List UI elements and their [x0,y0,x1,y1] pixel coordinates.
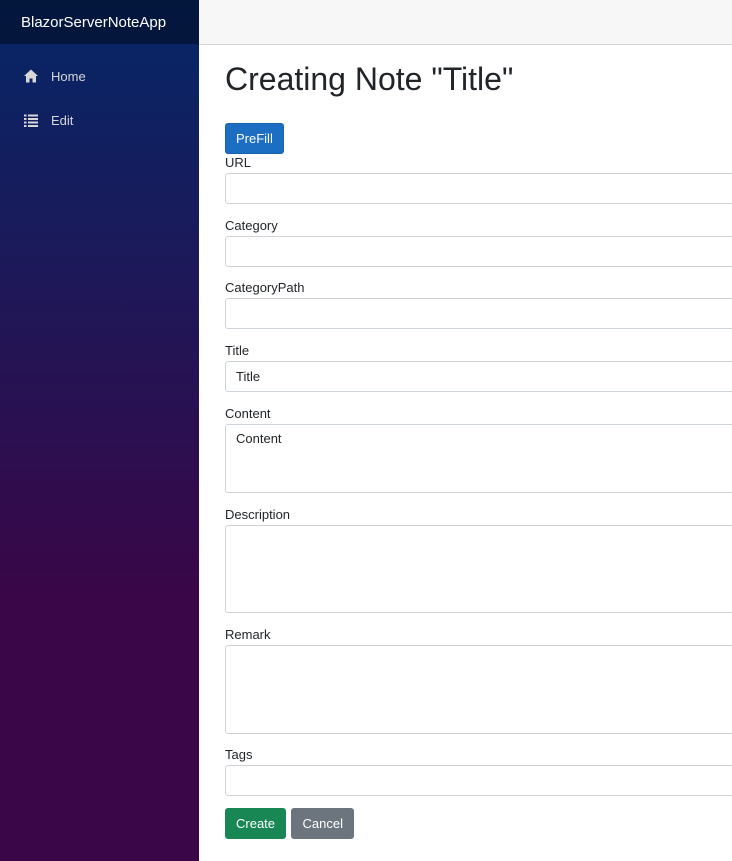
url-input[interactable] [225,173,732,204]
top-row [199,0,732,45]
tags-label: Tags [225,747,253,762]
category-path-field-group: CategoryPath [225,280,732,329]
sidebar: BlazorServerNoteApp Home Edit [0,0,199,861]
category-path-label: CategoryPath [225,280,305,295]
content-textarea[interactable]: Content [225,424,732,493]
tags-input[interactable] [225,765,732,796]
tags-field-group: Tags [225,747,732,796]
category-label: Category [225,218,278,233]
remark-field-group: Remark [225,627,732,734]
home-icon [23,68,39,84]
category-input[interactable] [225,236,732,267]
category-field-group: Category [225,218,732,267]
main-content: Creating Note "Title" PreFill URL Catego… [225,45,732,839]
sidebar-item-label: Home [51,68,86,84]
cancel-button[interactable]: Cancel [291,808,354,839]
create-button[interactable]: Create [225,808,287,839]
prefill-button[interactable]: PreFill [225,123,284,154]
title-input[interactable] [225,361,732,392]
brand-bar: BlazorServerNoteApp [0,0,199,44]
url-label: URL [225,155,252,170]
description-textarea[interactable] [225,525,732,613]
content-label: Content [225,406,271,421]
title-label: Title [225,343,250,358]
app-brand-link[interactable]: BlazorServerNoteApp [21,14,166,31]
sidebar-item-label: Edit [51,112,74,128]
remark-textarea[interactable] [225,645,732,734]
title-field-group: Title [225,343,732,392]
sidebar-item-edit[interactable]: Edit [0,98,199,142]
category-path-input[interactable] [225,298,732,329]
description-label: Description [225,507,291,522]
description-field-group: Description [225,507,732,613]
content-field-group: Content Content [225,406,732,493]
form-actions: Create Cancel [225,808,355,839]
remark-label: Remark [225,627,271,642]
page-title: Creating Note "Title" [225,61,514,97]
sidebar-item-home[interactable]: Home [0,54,199,98]
url-field-group: URL [225,155,732,204]
list-icon [23,112,39,128]
